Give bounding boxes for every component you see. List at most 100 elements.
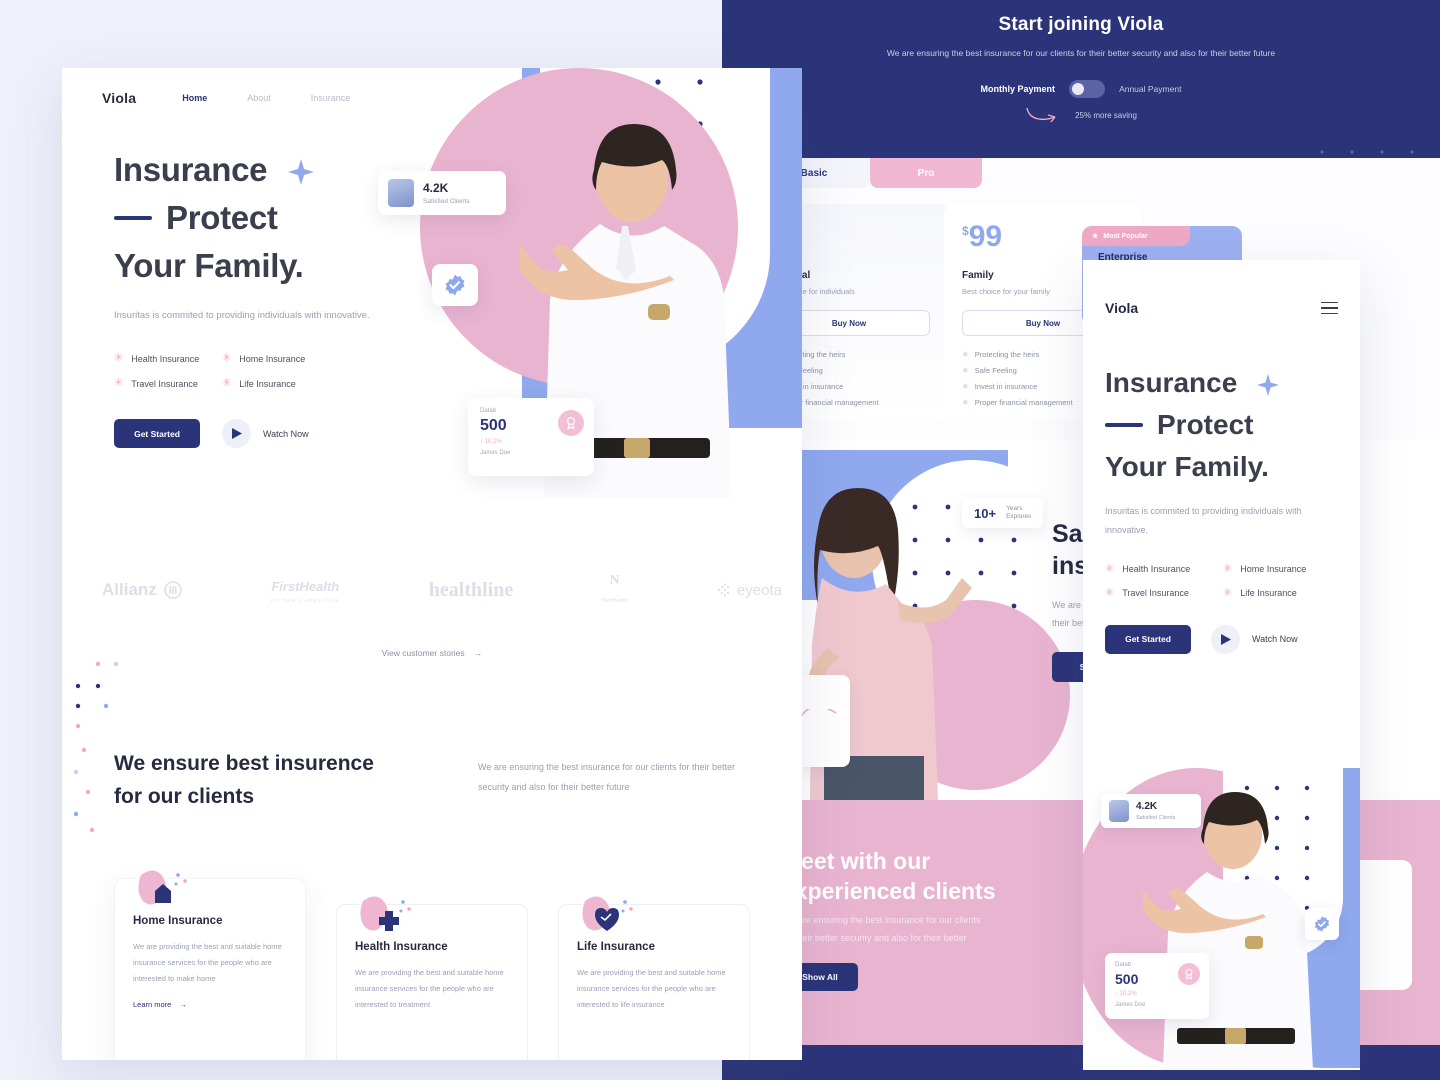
mobile-watch-now-label: Watch Now — [1252, 634, 1298, 645]
partner-logos: Allianz FirstHealth OF THE CAROLINAS hea… — [102, 573, 782, 607]
mobile-hero-illustration: 4.2K Satisfied Clients Datab 500 ↑ 10.2%… — [1083, 768, 1360, 1070]
plan-feature: Protecting the heirs — [974, 350, 1040, 359]
clients-heading: Meet with our experienced clients — [782, 848, 996, 905]
star-icon: ✳ — [1105, 586, 1115, 599]
feature-item: ✳ Home Insurance — [222, 352, 306, 365]
nav-item-home[interactable]: Home — [182, 93, 207, 103]
arrow-right-icon: → — [469, 648, 483, 658]
play-icon — [1211, 624, 1240, 654]
title-dash — [1105, 423, 1143, 427]
mobile-verified-badge-card — [1305, 908, 1339, 940]
clients-count: 4.2K — [1136, 801, 1158, 812]
data-stat-card: Datab 500 ↑ 10.2% James Doe — [468, 398, 594, 476]
service-desc: We are providing the best and suitable h… — [577, 968, 726, 1009]
logo-firsthealth: FirstHealth OF THE CAROLINAS — [270, 578, 340, 603]
payment-period-toggle[interactable] — [1069, 80, 1106, 98]
feature-item: ✳ Home Insurance — [1223, 562, 1307, 575]
annual-payment-label: Annual Payment — [1119, 84, 1182, 94]
verified-check-icon — [445, 274, 465, 296]
tab-pro[interactable]: Pro — [870, 158, 982, 188]
data-card-name: James Doe — [480, 450, 511, 456]
clients-count: 4.2K — [423, 181, 449, 195]
pricing-title: Start joining Viola — [998, 14, 1164, 35]
clients-count-label: Satisfied Clients — [423, 198, 470, 205]
star-icon: ✳ — [1105, 562, 1115, 575]
view-customer-stories-link[interactable]: View customer stories → — [62, 643, 802, 661]
nav-item-about[interactable]: About — [247, 93, 271, 103]
award-icon — [558, 410, 584, 436]
mobile-data-stat-card: Datab 500 ↑ 10.2% James Doe — [1105, 953, 1209, 1019]
plan-feature: Invest in insurance — [974, 382, 1038, 391]
feature-item: ✳ Health Insurance — [114, 352, 200, 365]
hero-title-line2: Protect — [166, 198, 278, 236]
eyeota-mark-icon — [717, 583, 730, 597]
section-heading: We ensure best insurence for our clients — [114, 752, 374, 808]
mobile-feature-list: ✳ Health Insurance ✳ Home Insurance ✳ Trave… — [1105, 562, 1338, 599]
star-icon: ✳ — [222, 377, 232, 390]
mobile-hero-title: Insurance Protect Your Family. — [1105, 362, 1338, 488]
mobile-get-started-button[interactable]: Get Started — [1105, 624, 1191, 654]
home-icon — [138, 870, 187, 905]
saving-note: 25% more saving — [1075, 110, 1137, 120]
hero-feature-list: ✳ Health Insurance ✳ Home Insurance ✳ Trave… — [114, 353, 414, 389]
hero-copy: Insurance Protect Your Family. Insuritas… — [114, 146, 414, 449]
feature-item: ✳ Life Insurance — [222, 377, 296, 390]
learn-more-link[interactable]: Learn more → — [133, 1000, 287, 1009]
mobile-mockup: Viola Insurance Protect Your Family. Ins… — [1083, 260, 1360, 1070]
canvas: Start joining Viola We are ensuring the … — [0, 0, 1440, 1080]
hero-lead: Insuritas is commited to providing indiv… — [114, 309, 370, 321]
service-desc: We are providing the best and suitable h… — [133, 942, 282, 983]
mobile-cta-row: Get Started Watch Now — [1105, 624, 1338, 654]
watch-now-button[interactable]: Watch Now — [222, 419, 309, 449]
service-card-home[interactable]: Home Insurance We are providing the best… — [114, 870, 306, 1060]
years-value: 10+ — [974, 505, 997, 521]
mobile-brand-logo[interactable]: Viola — [1105, 300, 1138, 316]
brand-logo[interactable]: Viola — [102, 90, 136, 106]
service-card-life[interactable]: Life Insurance We are providing the best… — [558, 896, 750, 1060]
hero-cta-row: Get Started Watch Now — [114, 419, 414, 449]
feature-item: ✳ Health Insurance — [1105, 562, 1191, 575]
sparkle-icon — [288, 159, 315, 186]
logo-eyeota: eyeota — [716, 582, 782, 599]
avatar — [1109, 800, 1129, 822]
years-label: Years Explores — [1006, 505, 1032, 521]
star-icon: ✳ — [962, 366, 969, 375]
most-popular-badge: ★ Most Popular — [1082, 226, 1190, 246]
saving-note-row: 25% more saving — [722, 106, 1440, 124]
desktop-mockup: Viola Home About Insurance Login — [62, 68, 802, 1060]
plan-feature: Proper financial management — [974, 398, 1073, 407]
arrow-right-icon: → — [179, 1000, 187, 1010]
service-card-health[interactable]: Health Insurance We are providing the be… — [336, 896, 528, 1060]
mobile-hero-lead: Insuritas is commited to providing indiv… — [1105, 506, 1302, 535]
star-icon: ✳ — [962, 398, 969, 407]
navbar: Viola Home About Insurance — [102, 90, 350, 106]
mobile-watch-now-button[interactable]: Watch Now — [1211, 624, 1298, 654]
heart-icon — [582, 896, 633, 931]
get-started-button[interactable]: Get Started — [114, 419, 200, 449]
star-icon: ✳ — [962, 350, 969, 359]
star-badge-icon: ★ — [1092, 233, 1099, 240]
data-card-name: James Doe — [1115, 1002, 1146, 1008]
curved-arrow-icon — [1026, 107, 1056, 123]
award-icon — [1178, 963, 1200, 985]
star-icon: ✳ — [962, 382, 969, 391]
nav-links: Home About Insurance — [182, 93, 350, 103]
title-dash — [114, 215, 152, 220]
section-paragraph: We are ensuring the best insurance for o… — [478, 762, 735, 792]
play-icon — [222, 419, 251, 449]
feature-item: ✳ Travel Insurance — [1105, 586, 1189, 599]
plan-feature: Safe Feeling — [974, 366, 1017, 375]
sparkle-icon — [1257, 373, 1280, 396]
hamburger-menu-icon[interactable] — [1321, 301, 1338, 315]
allianz-mark-icon — [163, 581, 182, 599]
mobile-satisfied-clients-card: 4.2K Satisfied Clients — [1101, 794, 1201, 828]
most-popular-label: Most Popular — [1103, 232, 1148, 240]
mobile-title-line1: Insurance — [1105, 367, 1238, 398]
pricing-subtitle: We are ensuring the best insurance for o… — [886, 48, 1276, 58]
nav-item-insurance[interactable]: Insurance — [311, 93, 351, 103]
mobile-title-line2: Protect — [1157, 409, 1254, 440]
clients-paragraph: We are ensuring the best insurance for o… — [782, 915, 981, 943]
monthly-payment-label: Monthly Payment — [980, 84, 1056, 94]
logo-healthline: healthline — [428, 578, 514, 601]
star-icon: ✳ — [1223, 586, 1233, 599]
